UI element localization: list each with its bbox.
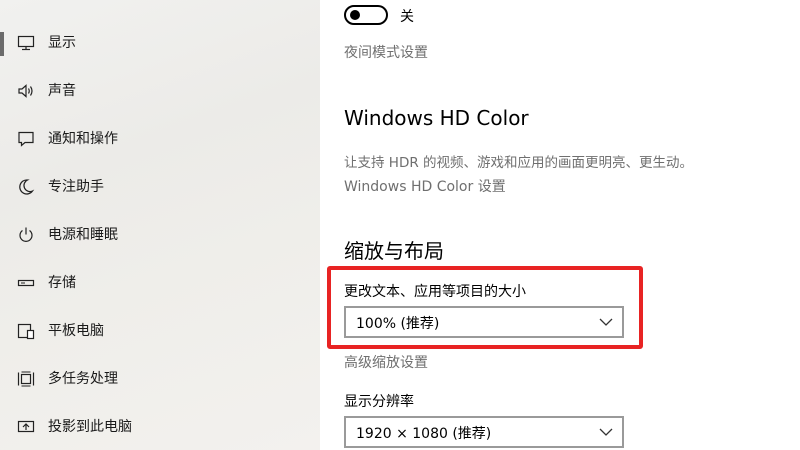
sidebar-item-multitasking[interactable]: 多任务处理 — [0, 360, 320, 400]
sidebar-item-label: 声音 — [48, 83, 76, 99]
settings-content — [320, 0, 800, 450]
storage-icon — [16, 273, 36, 293]
hd-color-settings-link[interactable]: Windows HD Color 设置 — [344, 176, 506, 196]
night-light-settings-link[interactable]: 夜间模式设置 — [344, 42, 428, 62]
settings-sidebar: 显示 声音 通知和操作 专注助手 电源和睡眠 存储 平板电脑 多任务处理 投影到… — [0, 0, 320, 450]
scale-layout-heading: 缩放与布局 — [344, 239, 444, 263]
multitask-icon — [16, 369, 36, 389]
sidebar-item-label: 显示 — [48, 35, 76, 51]
toggle-knob — [350, 10, 360, 20]
resolution-dropdown[interactable]: 1920 × 1080 (推荐) — [344, 416, 624, 448]
chevron-down-icon — [598, 424, 614, 440]
sidebar-item-tablet[interactable]: 平板电脑 — [0, 312, 320, 352]
resolution-label: 显示分辨率 — [344, 394, 414, 410]
resolution-dropdown-value: 1920 × 1080 (推荐) — [356, 426, 492, 442]
power-icon — [16, 225, 36, 245]
sidebar-item-label: 投影到此电脑 — [48, 419, 132, 435]
sidebar-item-label: 专注助手 — [48, 179, 104, 195]
night-light-toggle[interactable] — [344, 5, 388, 25]
sidebar-item-label: 存储 — [48, 275, 76, 291]
sidebar-item-storage[interactable]: 存储 — [0, 264, 320, 304]
highlight-annotation-box — [327, 266, 643, 349]
toggle-state-label: 关 — [400, 9, 414, 25]
sidebar-item-power-sleep[interactable]: 电源和睡眠 — [0, 216, 320, 256]
hd-color-description: 让支持 HDR 的视频、游戏和应用的画面更明亮、更生动。 — [344, 155, 694, 171]
hd-color-heading: Windows HD Color — [344, 106, 529, 130]
sidebar-item-display[interactable]: 显示 — [0, 24, 320, 64]
advanced-scaling-link[interactable]: 高级缩放设置 — [344, 352, 428, 372]
moon-icon — [16, 177, 36, 197]
sidebar-item-notifications[interactable]: 通知和操作 — [0, 120, 320, 160]
sidebar-item-sound[interactable]: 声音 — [0, 72, 320, 112]
monitor-icon — [16, 33, 36, 53]
sidebar-item-label: 平板电脑 — [48, 323, 104, 339]
notification-icon — [16, 129, 36, 149]
sidebar-item-label: 电源和睡眠 — [48, 227, 118, 243]
sidebar-item-label: 多任务处理 — [48, 371, 118, 387]
sidebar-item-label: 通知和操作 — [48, 131, 118, 147]
tablet-icon — [16, 321, 36, 341]
speaker-icon — [16, 81, 36, 101]
project-icon — [16, 417, 36, 437]
sidebar-item-project-to-pc[interactable]: 投影到此电脑 — [0, 408, 320, 448]
sidebar-item-focus-assist[interactable]: 专注助手 — [0, 168, 320, 208]
